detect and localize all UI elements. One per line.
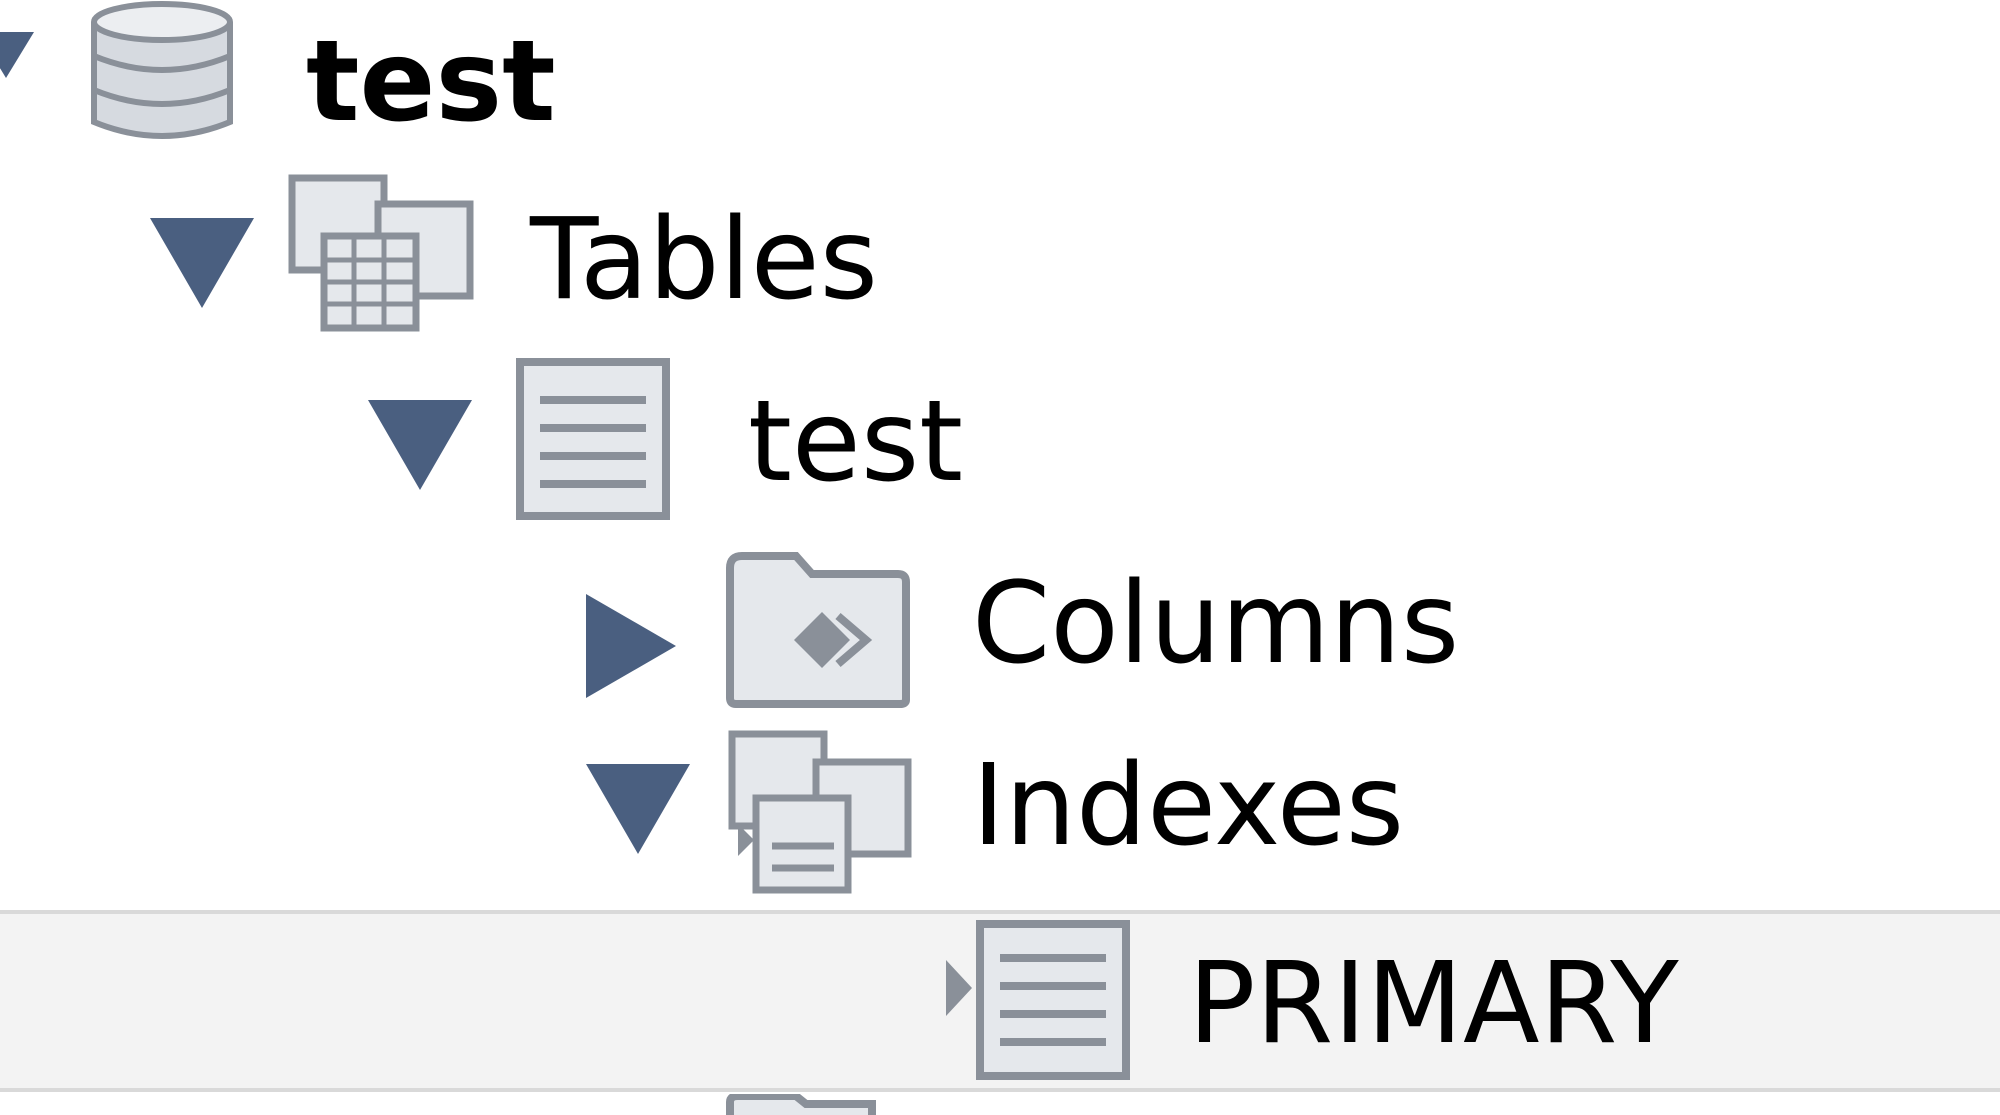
collapse-arrow-icon[interactable] [586, 594, 676, 698]
indexes-group-icon [726, 728, 912, 894]
tree-node-schema-test[interactable]: test [0, 0, 2000, 162]
tree-node-label: PRIMARY [1188, 939, 1679, 1069]
tree-node-label: Columns [972, 559, 1460, 689]
index-icon [944, 918, 1130, 1082]
tree-node-label: test [306, 17, 556, 147]
tree-node-label: Tables [530, 195, 878, 325]
expand-arrow-icon[interactable] [150, 218, 254, 308]
columns-folder-icon [726, 552, 910, 708]
table-icon [516, 358, 670, 520]
tree-node-indexes[interactable]: Indexes [0, 708, 2000, 894]
expand-arrow-icon[interactable] [586, 764, 690, 854]
tree-node-table-test[interactable]: test [0, 344, 2000, 526]
tables-group-icon [288, 174, 474, 334]
expand-arrow-icon[interactable] [0, 32, 34, 78]
tree-node-index-primary[interactable]: PRIMARY [0, 910, 2000, 1092]
tree-node-tables[interactable]: Tables [0, 162, 2000, 344]
folder-icon [726, 1094, 876, 1115]
tree-node-columns[interactable]: Columns [0, 526, 2000, 708]
tree-node-label: Indexes [972, 741, 1405, 871]
database-icon [88, 0, 236, 150]
tree-node-label: test [748, 377, 964, 507]
expand-arrow-icon[interactable] [368, 400, 472, 490]
schema-tree: test Tables test Columns Indexes PRIMARY [0, 0, 2000, 1115]
